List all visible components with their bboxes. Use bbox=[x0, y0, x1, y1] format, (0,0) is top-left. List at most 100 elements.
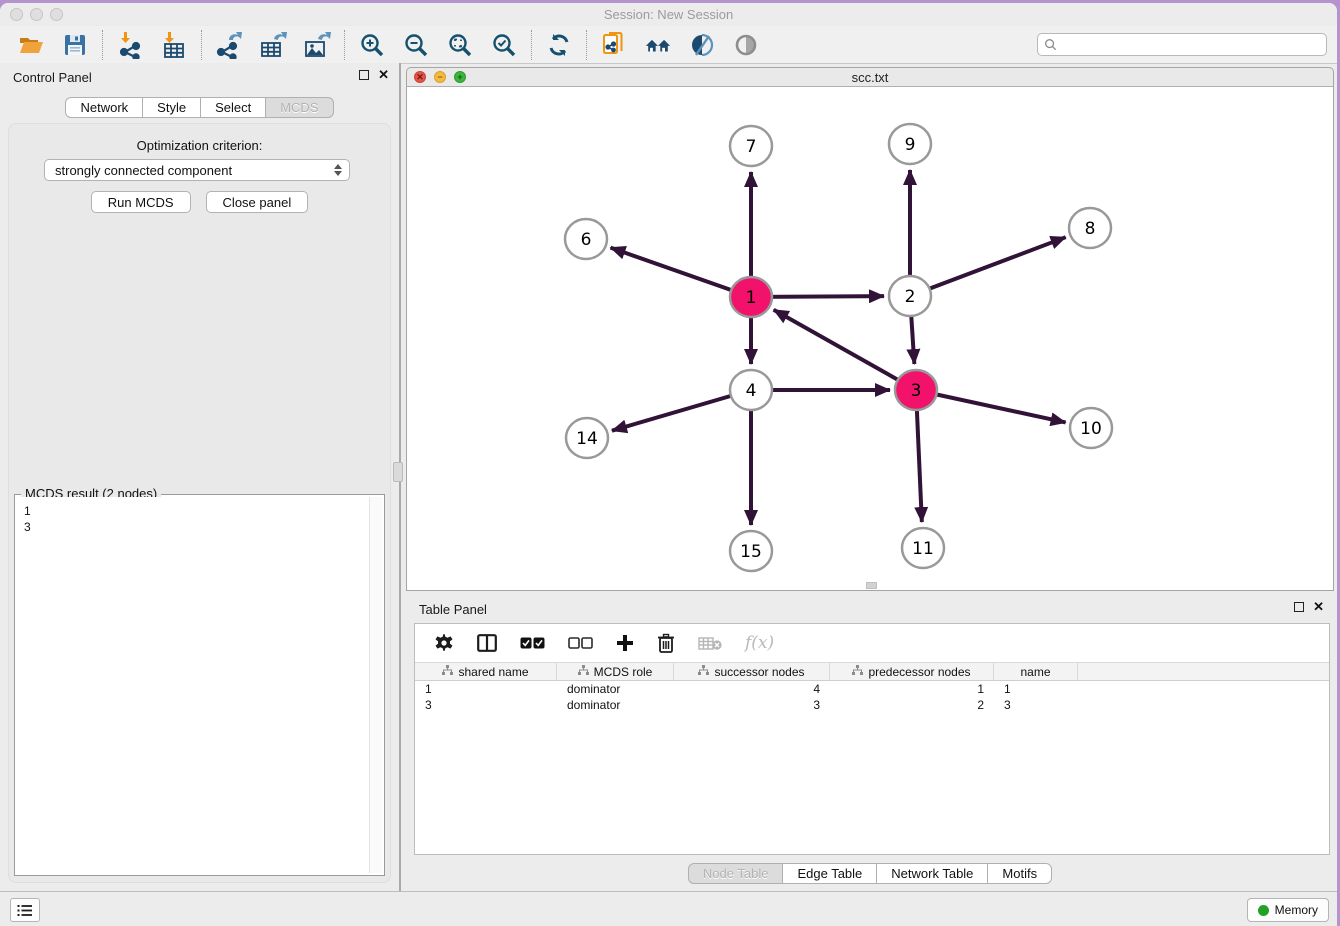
graph-node-3[interactable]: 3 bbox=[895, 370, 937, 410]
network-canvas[interactable]: 7 9 6 8 1 2 4 3 14 10 15 11 bbox=[406, 87, 1334, 591]
network-minimize-icon[interactable]: − bbox=[434, 71, 446, 83]
svg-text:7: 7 bbox=[746, 137, 757, 157]
zoom-selected-icon[interactable] bbox=[490, 30, 518, 60]
select-all-columns-icon[interactable] bbox=[520, 637, 545, 649]
close-window-icon[interactable] bbox=[10, 8, 23, 21]
graph-edge-1-6[interactable] bbox=[611, 248, 751, 297]
result-scrollbar[interactable] bbox=[369, 497, 382, 873]
column-type-icon bbox=[852, 665, 863, 679]
open-session-icon[interactable] bbox=[17, 30, 45, 60]
hide-graphics-details-icon[interactable] bbox=[732, 30, 760, 60]
graph-node-4[interactable]: 4 bbox=[730, 370, 772, 410]
refresh-network-icon[interactable] bbox=[545, 30, 573, 60]
delete-column-icon[interactable] bbox=[657, 633, 675, 653]
run-mcds-button[interactable]: Run MCDS bbox=[91, 191, 191, 213]
clone-network-icon[interactable] bbox=[600, 30, 628, 60]
settings-gear-icon[interactable] bbox=[434, 633, 454, 653]
table-cell: 3 bbox=[994, 697, 1078, 713]
window-controls[interactable] bbox=[10, 8, 63, 21]
float-table-panel-icon[interactable] bbox=[1294, 602, 1304, 612]
table-row[interactable]: 1dominator411 bbox=[415, 681, 1329, 697]
graph-edge-2-8[interactable] bbox=[910, 237, 1066, 296]
session-title: Session: New Session bbox=[0, 3, 1337, 26]
graph-node-2[interactable]: 2 bbox=[889, 276, 931, 316]
canvas-grip[interactable] bbox=[866, 582, 877, 589]
table-cell: 3 bbox=[415, 697, 557, 713]
graph-node-1[interactable]: 1 bbox=[730, 277, 772, 317]
unselect-all-columns-icon[interactable] bbox=[568, 637, 593, 649]
table-header[interactable]: shared nameMCDS rolesuccessor nodesprede… bbox=[415, 662, 1329, 681]
column-layout-icon[interactable] bbox=[477, 634, 497, 652]
graph-svg: 7 9 6 8 1 2 4 3 14 10 15 11 bbox=[407, 87, 1333, 589]
network-titlebar[interactable]: ✕ − + scc.txt bbox=[406, 67, 1334, 87]
tab-style[interactable]: Style bbox=[142, 97, 201, 118]
table-cell: 1 bbox=[994, 681, 1078, 697]
graph-node-6[interactable]: 6 bbox=[565, 219, 607, 259]
graph-edge-3-1[interactable] bbox=[774, 310, 916, 390]
tab-node-table[interactable]: Node Table bbox=[688, 863, 784, 884]
table-row[interactable]: 3dominator323 bbox=[415, 697, 1329, 713]
import-table-icon[interactable] bbox=[160, 30, 188, 60]
mcds-panel: Optimization criterion: strongly connect… bbox=[8, 123, 391, 883]
graph-node-7[interactable]: 7 bbox=[730, 126, 772, 166]
close-panel-button[interactable]: Close panel bbox=[206, 191, 309, 213]
dropdown-stepper-icon bbox=[332, 163, 344, 179]
column-header-MCDS-role[interactable]: MCDS role bbox=[557, 663, 674, 680]
column-header-predecessor-nodes[interactable]: predecessor nodes bbox=[830, 663, 994, 680]
table-panel-title: Table Panel bbox=[419, 602, 487, 617]
close-table-panel-icon[interactable]: ✕ bbox=[1313, 602, 1324, 612]
svg-text:8: 8 bbox=[1085, 219, 1096, 239]
search-field[interactable] bbox=[1037, 33, 1327, 56]
tab-mcds[interactable]: MCDS bbox=[265, 97, 333, 118]
save-session-icon[interactable] bbox=[61, 30, 89, 60]
tab-network-table[interactable]: Network Table bbox=[876, 863, 988, 884]
memory-status-icon bbox=[1258, 905, 1269, 916]
export-image-icon[interactable] bbox=[303, 30, 331, 60]
graph-node-9[interactable]: 9 bbox=[889, 124, 931, 164]
network-close-icon[interactable]: ✕ bbox=[414, 71, 426, 83]
tab-network[interactable]: Network bbox=[65, 97, 143, 118]
column-type-icon bbox=[442, 665, 453, 679]
export-table-icon[interactable] bbox=[259, 30, 287, 60]
network-title: scc.txt bbox=[407, 68, 1333, 87]
tab-select[interactable]: Select bbox=[200, 97, 266, 118]
column-header-name[interactable]: name bbox=[994, 663, 1078, 680]
export-network-icon[interactable] bbox=[215, 30, 243, 60]
minimize-window-icon[interactable] bbox=[30, 8, 43, 21]
graph-node-15[interactable]: 15 bbox=[730, 531, 772, 571]
table-cell: 2 bbox=[830, 697, 994, 713]
zoom-in-icon[interactable] bbox=[358, 30, 386, 60]
graph-node-10[interactable]: 10 bbox=[1070, 408, 1112, 448]
list-icon bbox=[17, 904, 33, 917]
graph-edge-3-10[interactable] bbox=[916, 390, 1066, 422]
search-input[interactable] bbox=[1061, 36, 1326, 54]
result-line: 1 bbox=[24, 503, 382, 519]
status-bar: Memory bbox=[0, 891, 1337, 926]
zoom-window-icon[interactable] bbox=[50, 8, 63, 21]
zoom-out-icon[interactable] bbox=[402, 30, 430, 60]
column-header-shared-name[interactable]: shared name bbox=[415, 663, 557, 680]
memory-button[interactable]: Memory bbox=[1247, 898, 1329, 922]
graph-node-11[interactable]: 11 bbox=[902, 528, 944, 568]
mcds-result-list[interactable]: 13 bbox=[17, 497, 382, 873]
table-cell: 3 bbox=[674, 697, 830, 713]
column-type-icon bbox=[578, 665, 589, 679]
tab-edge-table[interactable]: Edge Table bbox=[782, 863, 877, 884]
network-window: ✕ − + scc.txt 7 9 6 8 1 2 4 3 14 10 15 11 bbox=[406, 67, 1334, 591]
show-graphics-details-icon[interactable] bbox=[688, 30, 716, 60]
graph-node-14[interactable]: 14 bbox=[566, 418, 608, 458]
tab-motifs[interactable]: Motifs bbox=[987, 863, 1052, 884]
task-history-button[interactable] bbox=[10, 898, 40, 922]
add-column-icon[interactable] bbox=[616, 634, 634, 652]
zoom-fit-icon[interactable] bbox=[446, 30, 474, 60]
criterion-dropdown[interactable]: strongly connected component bbox=[44, 159, 350, 181]
column-header-successor-nodes[interactable]: successor nodes bbox=[674, 663, 830, 680]
close-panel-icon[interactable]: ✕ bbox=[378, 70, 389, 80]
float-panel-icon[interactable] bbox=[359, 70, 369, 80]
panel-splitter-handle[interactable] bbox=[393, 462, 403, 482]
import-network-icon[interactable] bbox=[116, 30, 144, 60]
table-cell: 1 bbox=[415, 681, 557, 697]
graph-node-8[interactable]: 8 bbox=[1069, 208, 1111, 248]
network-maximize-icon[interactable]: + bbox=[454, 71, 466, 83]
first-neighbors-icon[interactable] bbox=[644, 30, 672, 60]
